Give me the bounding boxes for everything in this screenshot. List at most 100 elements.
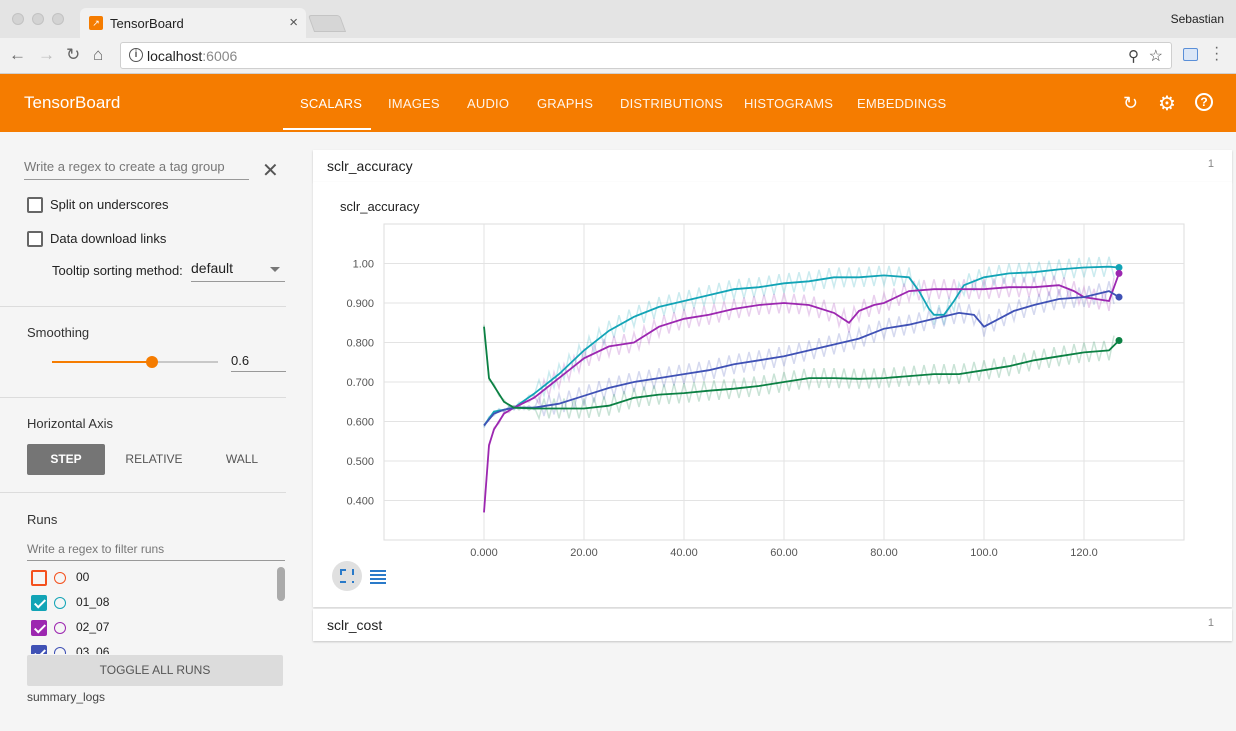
profile-name[interactable]: Sebastian — [1171, 12, 1224, 26]
split-underscores-checkbox[interactable] — [27, 197, 43, 213]
horizontal-axis-heading: Horizontal Axis — [27, 416, 113, 431]
tab-embeddings[interactable]: EMBEDDINGS — [857, 96, 946, 111]
run-item[interactable]: 03_06 — [27, 643, 277, 654]
series-endpoint — [1115, 269, 1123, 277]
tooltip-sorting-select[interactable]: default — [191, 260, 285, 282]
series-line — [483, 290, 1120, 427]
axis-wall-button[interactable]: WALL — [203, 444, 281, 475]
run-checkbox[interactable] — [31, 595, 47, 611]
smoothing-heading: Smoothing — [27, 325, 90, 340]
y-tick-label: 0.400 — [346, 496, 374, 508]
x-tick-label: 0.000 — [470, 547, 498, 557]
runs-heading: Runs — [27, 512, 58, 527]
zoom-icon[interactable]: ⚲ — [1128, 47, 1139, 65]
x-tick-label: 80.00 — [870, 547, 898, 557]
category-header-accuracy[interactable]: sclr_accuracy 1 — [313, 150, 1232, 182]
y-tick-label: 0.600 — [346, 417, 374, 429]
address-bar[interactable]: i localhost:6006 ⚲ ☆ — [120, 42, 1172, 69]
run-checkbox[interactable] — [31, 620, 47, 636]
run-checkbox[interactable] — [31, 645, 47, 654]
expand-chart-button[interactable] — [332, 561, 362, 591]
maximize-window-button[interactable] — [52, 13, 64, 25]
smoothing-slider[interactable] — [52, 356, 218, 368]
refresh-icon[interactable]: ↻ — [1123, 93, 1138, 114]
run-name: 00 — [76, 570, 90, 584]
tooltip-sorting-value: default — [191, 260, 234, 276]
forward-icon[interactable]: → — [38, 45, 55, 65]
run-item[interactable]: 01_08 — [27, 593, 277, 615]
y-tick-label: 0.500 — [346, 456, 374, 468]
run-item[interactable]: 00 — [27, 568, 277, 590]
settings-icon[interactable]: ⚙ — [1158, 91, 1176, 116]
y-tick-label: 0.900 — [346, 298, 374, 310]
tab-distributions[interactable]: DISTRIBUTIONS — [620, 96, 723, 111]
help-icon[interactable]: ? — [1195, 93, 1213, 111]
extension-icon[interactable] — [1183, 48, 1198, 61]
run-item[interactable]: 02_07 — [27, 618, 277, 640]
x-tick-label: 60.00 — [770, 547, 798, 557]
tag-group-input[interactable]: Write a regex to create a tag group — [24, 159, 249, 180]
run-list: 00 01_08 02_07 03_06 — [27, 568, 277, 654]
back-icon[interactable]: ← — [9, 45, 26, 65]
run-color-circle[interactable] — [54, 622, 66, 634]
divider — [0, 492, 286, 493]
url-host: localhost — [147, 48, 203, 64]
minimize-window-button[interactable] — [32, 13, 44, 25]
runs-filter-input[interactable]: Write a regex to filter runs — [27, 542, 285, 561]
run-list-scrollbar[interactable] — [277, 567, 285, 601]
run-name: 03_06 — [76, 645, 110, 654]
category-header-cost[interactable]: sclr_cost 1 — [313, 609, 1232, 641]
chevron-down-icon — [270, 267, 280, 272]
log-directory: summary_logs — [27, 690, 106, 704]
data-table-icon[interactable] — [370, 570, 386, 584]
clear-icon[interactable]: ✕ — [262, 158, 279, 183]
smoothing-slider-knob[interactable] — [145, 356, 158, 368]
divider — [0, 397, 286, 398]
run-color-circle[interactable] — [54, 572, 66, 584]
tab-audio[interactable]: AUDIO — [467, 96, 509, 111]
tab-images[interactable]: IMAGES — [388, 96, 440, 111]
axis-relative-button[interactable]: RELATIVE — [115, 444, 193, 475]
tab-histograms[interactable]: HISTOGRAMS — [744, 96, 833, 111]
run-color-circle[interactable] — [54, 647, 66, 654]
tab-graphs[interactable]: GRAPHS — [537, 96, 593, 111]
chart-svg[interactable]: 0.000 20.00 40.00 60.00 80.00 100.0 120.0 0.400… — [313, 182, 1232, 557]
series-line — [483, 273, 1120, 513]
browser-menu-icon[interactable]: · · · — [1214, 40, 1219, 68]
raw-series-line — [483, 275, 1115, 511]
toggle-all-runs-button[interactable]: TOGGLE ALL RUNS — [27, 655, 283, 686]
y-tick-label: 0.800 — [346, 338, 374, 350]
x-tick-label: 40.00 — [670, 547, 698, 557]
run-name: 01_08 — [76, 595, 110, 609]
home-icon[interactable]: ⌂ — [93, 45, 103, 65]
smoothing-value-input[interactable]: 0.6 — [231, 353, 286, 372]
series-endpoint — [1115, 293, 1123, 301]
url-text[interactable]: localhost:6006 — [147, 48, 237, 64]
chart-card: sclr_accuracy 0.000 20.00 40.00 60.00 80.00 1… — [313, 182, 1232, 607]
run-color-circle[interactable] — [54, 597, 66, 609]
category-title: sclr_accuracy — [327, 158, 413, 174]
x-tick-label: 20.00 — [570, 547, 598, 557]
close-window-button[interactable] — [12, 13, 24, 25]
browser-tab[interactable]: ↗ TensorBoard × — [80, 8, 306, 38]
run-name: 02_07 — [76, 620, 110, 634]
x-tick-label: 120.0 — [1070, 547, 1098, 557]
new-tab-button[interactable] — [307, 15, 347, 32]
series-endpoint — [1115, 337, 1123, 345]
download-links-checkbox[interactable] — [27, 231, 43, 247]
split-underscores-label: Split on underscores — [50, 197, 169, 212]
tooltip-sorting-label: Tooltip sorting method: — [52, 263, 183, 278]
axis-step-button[interactable]: STEP — [27, 444, 105, 475]
tab-close-icon[interactable]: × — [289, 14, 298, 31]
app-toolbar: TensorBoard SCALARS IMAGES AUDIO GRAPHS … — [0, 74, 1236, 132]
divider — [0, 306, 286, 307]
category-count: 1 — [1207, 617, 1214, 629]
download-links-label: Data download links — [50, 231, 167, 246]
info-icon[interactable]: i — [129, 48, 143, 62]
tab-scalars[interactable]: SCALARS — [300, 96, 362, 111]
tab-title: TensorBoard — [110, 16, 184, 31]
reload-icon[interactable]: ↻ — [66, 45, 80, 65]
run-checkbox[interactable] — [31, 570, 47, 586]
category-title: sclr_cost — [327, 617, 383, 633]
bookmark-star-icon[interactable]: ☆ — [1149, 46, 1163, 66]
